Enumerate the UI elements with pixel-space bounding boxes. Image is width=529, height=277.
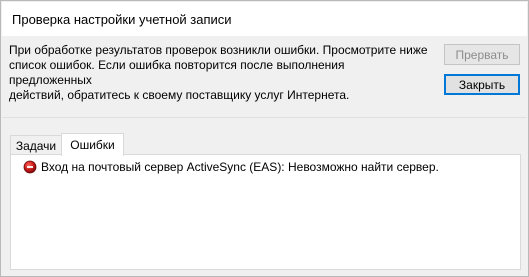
title-bar: Проверка настройки учетной записи: [2, 2, 527, 36]
window-title: Проверка настройки учетной записи: [12, 12, 232, 27]
message-line-1: При обработке результатов проверок возни…: [9, 43, 428, 57]
message-line-2: список ошибок. Если ошибка повторится по…: [9, 58, 345, 87]
error-icon: [23, 160, 37, 174]
divider: [2, 117, 527, 118]
abort-button[interactable]: Прервать: [444, 44, 520, 65]
close-button[interactable]: Закрыть: [444, 74, 520, 95]
error-text: Вход на почтовый сервер ActiveSync (EAS)…: [41, 160, 439, 174]
errors-list: Вход на почтовый сервер ActiveSync (EAS)…: [10, 154, 521, 270]
list-item[interactable]: Вход на почтовый сервер ActiveSync (EAS)…: [23, 159, 439, 175]
tab-errors[interactable]: Ошибки: [61, 133, 124, 156]
message-line-3: действий, обратитесь к своему поставщику…: [9, 88, 350, 102]
account-test-dialog: Проверка настройки учетной записи При об…: [0, 0, 529, 277]
error-message: При обработке результатов проверок возни…: [9, 43, 429, 103]
tab-tasks[interactable]: Задачи: [10, 135, 62, 155]
